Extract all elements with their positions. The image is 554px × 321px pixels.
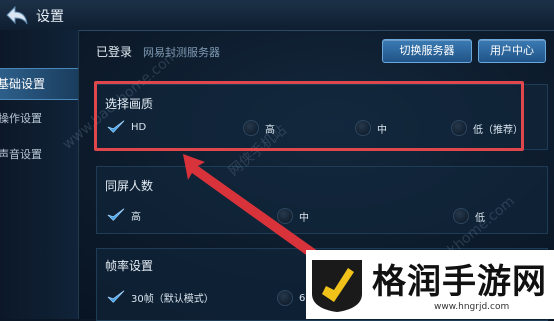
sidebar-item-label: 声音设置 xyxy=(0,148,42,161)
option-label: 30帧（默认模式） xyxy=(131,293,214,305)
option-label: 低（推荐） xyxy=(473,124,523,136)
sidebar-item-basic-settings[interactable]: 基础设置 xyxy=(0,68,78,100)
radio-icon xyxy=(453,208,469,224)
option-label: 中 xyxy=(377,124,387,136)
option-label: 高 xyxy=(131,211,141,223)
quality-title: 选择画质 xyxy=(105,97,154,111)
sidebar-item-label: 基础设置 xyxy=(0,77,46,91)
settings-screen: 设置 基础设置 操作设置 声音设置 已登录 网易封测服务器 切换服务器 用户中心… xyxy=(0,0,554,321)
sidebar: 基础设置 操作设置 声音设置 xyxy=(0,30,79,319)
switch-server-button[interactable]: 切换服务器 xyxy=(382,39,472,63)
sidebar-item-label: 操作设置 xyxy=(0,112,42,125)
user-center-button[interactable]: 用户中心 xyxy=(478,39,546,63)
quality-option-hd[interactable]: HD xyxy=(107,119,146,135)
quality-option-medium[interactable]: 中 xyxy=(355,120,387,136)
same-screen-panel: 同屏人数 高 中 低 xyxy=(96,166,548,234)
top-bar: 设置 xyxy=(0,0,554,31)
frame-rate-title: 帧率设置 xyxy=(105,259,154,273)
same-screen-option-high[interactable]: 高 xyxy=(107,207,141,223)
same-screen-option-medium[interactable]: 中 xyxy=(277,208,309,224)
radio-icon xyxy=(277,290,293,306)
option-label: 低 xyxy=(475,212,485,224)
page-title: 设置 xyxy=(36,9,64,25)
sidebar-item-control-settings[interactable]: 操作设置 xyxy=(0,104,78,134)
frame-rate-option-30fps[interactable]: 30帧（默认模式） xyxy=(107,289,214,305)
radio-icon xyxy=(277,208,293,224)
quality-option-low[interactable]: 低（推荐） xyxy=(451,120,523,136)
option-label: 6 xyxy=(299,292,306,304)
logo-text: 格润手游网 xyxy=(372,262,547,302)
frame-rate-option-60fps[interactable]: 6 xyxy=(277,290,305,306)
server-name: 网易封测服务器 xyxy=(143,46,220,59)
radio-icon xyxy=(451,120,467,136)
radio-icon xyxy=(355,120,371,136)
checkmark-icon xyxy=(107,289,125,305)
radio-icon xyxy=(243,120,259,136)
option-label: 中 xyxy=(299,212,309,224)
checkmark-icon xyxy=(107,207,125,223)
checkmark-icon xyxy=(107,119,125,135)
back-arrow-icon xyxy=(6,5,28,25)
option-label: HD xyxy=(131,121,147,133)
quality-option-high[interactable]: 高 xyxy=(243,120,275,136)
logo-url: www.hngrjd.com xyxy=(434,302,510,312)
quality-panel: 选择画质 HD 高 中 低（推荐） xyxy=(96,84,548,150)
same-screen-option-low[interactable]: 低 xyxy=(453,208,485,224)
option-label: 高 xyxy=(265,124,275,136)
back-button[interactable] xyxy=(4,3,30,27)
same-screen-title: 同屏人数 xyxy=(105,179,154,193)
logo-emblem-icon xyxy=(312,260,362,312)
login-status: 已登录 xyxy=(96,45,133,59)
sidebar-item-sound-settings[interactable]: 声音设置 xyxy=(0,140,78,170)
